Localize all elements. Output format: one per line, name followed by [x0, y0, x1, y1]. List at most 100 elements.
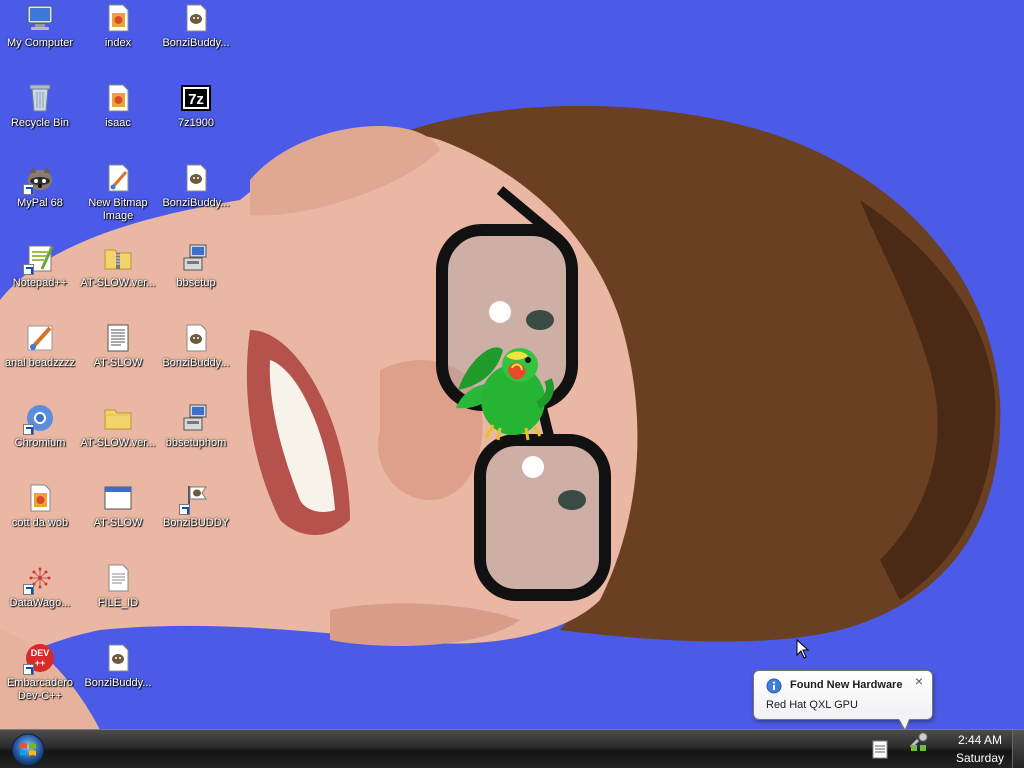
notepad-plus-icon [23, 242, 56, 275]
desktop-icon-label: BonziBuddy... [84, 677, 152, 689]
desktop-icon-anal-beadzzzz[interactable]: anal beadzzzz [1, 320, 79, 396]
desktop-icon-label: BonziBUDDY [162, 517, 230, 529]
7zip-icon: 7z [180, 82, 212, 114]
shortcut-arrow-icon [23, 664, 34, 675]
desktop-icon-bbsetuphom[interactable]: bbsetuphom [157, 400, 235, 476]
desktop-icon-label: Embarcadero Dev-C++ [6, 677, 74, 702]
shortcut-arrow-icon [23, 264, 34, 275]
computer-icon [24, 2, 56, 34]
desktop-icon-label: DataWago... [9, 597, 71, 609]
desktop-icon-label: BonziBuddy... [162, 197, 230, 209]
desktop-icon-grid: My Computer Recycle Bin MyPal 68 Notepad… [0, 0, 240, 720]
desktop-icon-label: FILE_ID [97, 597, 139, 609]
datawagon-icon [23, 562, 56, 595]
zip-folder-icon [102, 242, 134, 274]
recycle-bin-icon [24, 82, 56, 114]
svg-text:++: ++ [35, 658, 46, 668]
desktop-icon-label: anal beadzzzz [4, 357, 76, 369]
desktop-icon-7z1900[interactable]: 7z 7z1900 [157, 80, 235, 156]
shortcut-arrow-icon [23, 424, 34, 435]
desktop-icon-at-slow-doc[interactable]: AT-SLOW [79, 320, 157, 396]
desktop-icon-bonzibuddy-file-1[interactable]: BonziBuddy... [79, 640, 157, 716]
desktop-icon-bbsetup[interactable]: bbsetup [157, 240, 235, 316]
desktop-icon-label: BonziBuddy... [162, 357, 230, 369]
desktop-icon-bonzibuddy-shortcut[interactable]: BonziBUDDY [157, 480, 235, 556]
balloon-title: Found New Hardware [790, 679, 903, 691]
desktop-icon-at-slow-ver-folder[interactable]: AT-SLOW.ver... [79, 400, 157, 476]
desktop-icon-embarcadero-devcpp[interactable]: DEV ++ Embarcadero Dev-C++ [1, 640, 79, 716]
desktop-icon-index[interactable]: index [79, 0, 157, 76]
info-icon [766, 678, 782, 694]
found-new-hardware-balloon[interactable]: Found New Hardware Red Hat QXL GPU × [753, 670, 933, 720]
installer-icon [180, 242, 212, 274]
balloon-text: Red Hat QXL GPU [766, 699, 858, 711]
start-button[interactable] [5, 731, 51, 768]
desktop-icon-new-bitmap[interactable]: New Bitmap Image [79, 160, 157, 236]
bonzi-file-icon [102, 642, 134, 674]
mouse-pointer-icon [796, 639, 810, 659]
balloon-tail-inner [898, 717, 910, 729]
desktop-icon-at-slow-app[interactable]: AT-SLOW [79, 480, 157, 556]
desktop-icon-file-id[interactable]: FILE_ID [79, 560, 157, 636]
shortcut-arrow-icon [179, 504, 190, 515]
desktop-icon-label: AT-SLOW [93, 517, 143, 529]
desktop-icon-chromium[interactable]: Chromium [1, 400, 79, 476]
desktop-icon-label: BonziBuddy... [162, 37, 230, 49]
bonzi-file-icon [180, 322, 212, 354]
desktop-icon-at-slow-ver-zip[interactable]: AT-SLOW.ver... [79, 240, 157, 316]
desktop-icon-label: 7z1900 [177, 117, 215, 129]
application-window-icon [102, 482, 134, 514]
svg-text:7z: 7z [188, 91, 204, 108]
desktop-icon-label: cott da wob [11, 517, 69, 529]
html-file-icon [102, 2, 134, 34]
html-file-icon [102, 82, 134, 114]
balloon-close-button[interactable]: × [912, 674, 926, 688]
desktop-icon-bonzibuddy-file-3[interactable]: BonziBuddy... [157, 160, 235, 236]
shortcut-arrow-icon [23, 584, 34, 595]
text-document-icon [102, 322, 134, 354]
desktop-icon-label: MyPal 68 [17, 197, 63, 209]
bonzi-flag-icon [179, 482, 212, 515]
desktop-icon-notepadpp[interactable]: Notepad++ [1, 240, 79, 316]
desktop-icon-label: AT-SLOW.ver... [80, 437, 156, 449]
desktop-icon-label: index [104, 37, 132, 49]
desktop-icon-label: bbsetup [176, 277, 216, 289]
desktop-icon-label: isaac [105, 117, 131, 129]
desktop-icon-mypal[interactable]: MyPal 68 [1, 160, 79, 236]
desktop-icon-recycle-bin[interactable]: Recycle Bin [1, 80, 79, 156]
desktop-icon-bonzibuddy-file-4[interactable]: BonziBuddy... [157, 320, 235, 396]
desktop-icon-label: AT-SLOW [93, 357, 143, 369]
clock-time[interactable]: 2:44 AM [948, 733, 1012, 747]
parrot-agent[interactable] [448, 330, 558, 448]
devcpp-icon: DEV ++ [23, 642, 56, 675]
desktop-icon-label: Chromium [14, 437, 66, 449]
keyboard-icon[interactable] [870, 738, 892, 760]
desktop-icon-label: AT-SLOW.ver... [80, 277, 156, 289]
desktop-icon-label: Recycle Bin [10, 117, 70, 129]
taskbar [0, 729, 1024, 768]
svg-text:DEV: DEV [31, 648, 50, 658]
raccoon-icon [23, 162, 56, 195]
folder-icon [102, 402, 134, 434]
desktop-icon-bonzibuddy-file-2[interactable]: BonziBuddy... [157, 0, 235, 76]
desktop-icon-cott-da-wob[interactable]: cott da wob [1, 480, 79, 556]
shortcut-arrow-icon [23, 184, 34, 195]
desktop-icon-my-computer[interactable]: My Computer [1, 0, 79, 76]
windows-orb-icon [11, 733, 45, 767]
paint-icon [24, 322, 56, 354]
bitmap-icon [102, 162, 134, 194]
desktop-icon-datawagon[interactable]: DataWago... [1, 560, 79, 636]
desktop-icon-isaac[interactable]: isaac [79, 80, 157, 156]
desktop-icon-label: Notepad++ [12, 277, 68, 289]
desktop-icon-label: My Computer [6, 37, 74, 49]
bonzi-file-icon [180, 2, 212, 34]
html-file-icon [24, 482, 56, 514]
chromium-icon [23, 402, 56, 435]
installer-icon [180, 402, 212, 434]
text-file-icon [102, 562, 134, 594]
clock-day[interactable]: Saturday [948, 751, 1012, 765]
desktop-icon-label: New Bitmap Image [88, 197, 148, 222]
desktop-icon-label: bbsetuphom [165, 437, 227, 449]
hardware-install-icon[interactable] [908, 731, 930, 753]
show-desktop-button[interactable] [1012, 730, 1024, 768]
